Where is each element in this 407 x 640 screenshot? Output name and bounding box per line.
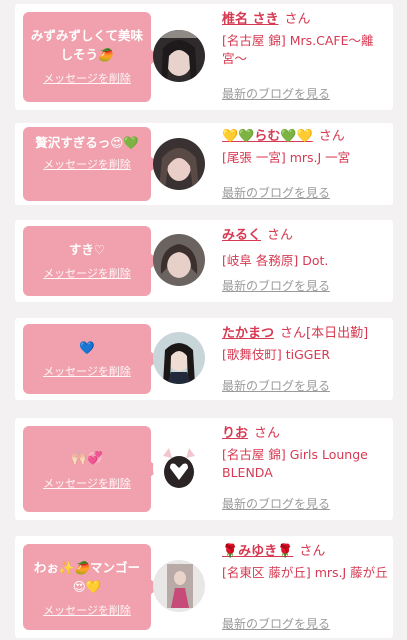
delete-message-link[interactable]: メッセージを削除 <box>23 267 151 281</box>
profile-info: みるく さん [岐阜 各務原] Dot. 最新のブログを見る <box>222 226 388 298</box>
message-bubble: すき♡ メッセージを削除 <box>23 226 160 296</box>
honorific: さん <box>318 129 345 144</box>
avatar[interactable] <box>153 234 205 286</box>
message-bubble: 🙌🏻💞 メッセージを削除 <box>23 426 160 512</box>
avatar[interactable] <box>153 332 205 384</box>
profile-info: 椎名 さき さん [名古屋 錦] Mrs.CAFE〜離宮〜 最新のブログを見る <box>222 10 388 106</box>
message-card: わぉ✨🥭マンゴー😍💛 メッセージを削除 🌹みゆき🌹 さん [名東区 藤が丘] mr… <box>15 536 393 638</box>
honorific: さん <box>299 544 326 559</box>
avatar[interactable] <box>153 560 205 612</box>
latest-blog-link[interactable]: 最新のブログを見る <box>222 278 330 294</box>
avatar[interactable] <box>153 442 205 494</box>
profile-name-link[interactable]: りお <box>222 426 248 441</box>
message-list: みずみずしくて美味しそう🥭 メッセージを削除 椎名 さき さん [名古屋 錦] M… <box>0 0 407 640</box>
profile-name-link[interactable]: 🌹みゆき🌹 <box>222 544 293 559</box>
delete-message-link[interactable]: メッセージを削除 <box>23 604 151 618</box>
delete-message-link[interactable]: メッセージを削除 <box>23 477 151 491</box>
honorific: さん <box>267 228 294 243</box>
message-bubble: みずみずしくて美味しそう🥭 メッセージを削除 <box>23 12 160 102</box>
shop-info: [名東区 藤が丘] mrs.J 藤が丘 <box>222 565 388 580</box>
profile-info: りお さん [名古屋 錦] Girls Lounge BLENDA 最新のブログを… <box>222 424 388 516</box>
message-bubble: わぉ✨🥭マンゴー😍💛 メッセージを削除 <box>23 544 160 630</box>
profile-name-link[interactable]: たかまつ <box>222 326 274 341</box>
message-text: 💙 <box>79 340 95 355</box>
message-text: 贅沢すぎるっ😍💚 <box>35 135 139 150</box>
shop-info: [岐阜 各務原] Dot. <box>222 253 329 268</box>
message-card: 🙌🏻💞 メッセージを削除 りお さん [名古屋 錦] Girls Lounge B… <box>15 418 393 520</box>
latest-blog-link[interactable]: 最新のブログを見る <box>222 496 330 512</box>
latest-blog-link[interactable]: 最新のブログを見る <box>222 616 330 632</box>
honorific: さん[本日出勤] <box>280 326 369 341</box>
avatar[interactable] <box>153 30 205 82</box>
profile-name-link[interactable]: 椎名 さき <box>222 12 279 27</box>
latest-blog-link[interactable]: 最新のブログを見る <box>222 86 330 102</box>
message-bubble: 贅沢すぎるっ😍💚 メッセージを削除 <box>23 127 160 201</box>
honorific: さん <box>254 426 281 441</box>
profile-name-link[interactable]: 💛💚らむ💚💛 <box>222 129 313 144</box>
avatar[interactable] <box>153 138 205 190</box>
delete-message-link[interactable]: メッセージを削除 <box>23 72 151 86</box>
message-text: すき♡ <box>68 242 106 257</box>
message-bubble: 💙 メッセージを削除 <box>23 324 160 394</box>
profile-info: たかまつ さん[本日出勤] [歌舞伎町] tiGGER 最新のブログを見る <box>222 324 388 396</box>
honorific: さん <box>284 12 311 27</box>
message-text: わぉ✨🥭マンゴー😍💛 <box>33 560 141 594</box>
profile-info: 💛💚らむ💚💛 さん [尾張 一宮] mrs.J 一宮 最新のブログを見る <box>222 127 388 203</box>
latest-blog-link[interactable]: 最新のブログを見る <box>222 185 330 201</box>
shop-info: [名古屋 錦] Mrs.CAFE〜離宮〜 <box>222 33 374 66</box>
delete-message-link[interactable]: メッセージを削除 <box>23 158 151 172</box>
shop-info: [名古屋 錦] Girls Lounge BLENDA <box>222 447 368 480</box>
message-text: みずみずしくて美味しそう🥭 <box>30 28 144 62</box>
message-card: みずみずしくて美味しそう🥭 メッセージを削除 椎名 さき さん [名古屋 錦] M… <box>15 4 393 110</box>
profile-name-link[interactable]: みるく <box>222 228 261 243</box>
message-text: 🙌🏻💞 <box>71 450 103 465</box>
message-card: 💙 メッセージを削除 たかまつ さん[本日出勤] [歌舞伎町] tiGGER 最新… <box>15 318 393 400</box>
delete-message-link[interactable]: メッセージを削除 <box>23 365 151 379</box>
message-card: すき♡ メッセージを削除 みるく さん [岐阜 各務原] Dot. 最新のブログを… <box>15 220 393 302</box>
profile-info: 🌹みゆき🌹 さん [名東区 藤が丘] mrs.J 藤が丘 最新のブログを見る <box>222 542 388 634</box>
latest-blog-link[interactable]: 最新のブログを見る <box>222 378 330 394</box>
message-card: 贅沢すぎるっ😍💚 メッセージを削除 💛💚らむ💚💛 さん [尾張 一宮] mrs.J… <box>15 123 393 205</box>
shop-info: [尾張 一宮] mrs.J 一宮 <box>222 150 351 165</box>
shop-info: [歌舞伎町] tiGGER <box>222 347 331 362</box>
